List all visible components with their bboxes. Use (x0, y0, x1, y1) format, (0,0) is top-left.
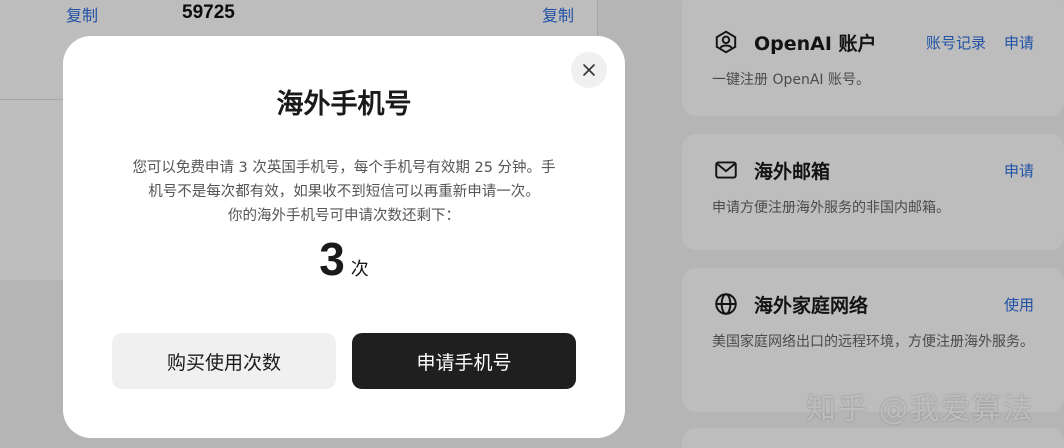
close-icon (583, 64, 595, 76)
remaining-count: 3次 (63, 232, 625, 286)
dialog-title: 海外手机号 (276, 89, 412, 120)
overseas-phone-dialog: 海外手机号 您可以免费申请 3 次英国手机号，每个手机号有效期 25 分钟。手 … (63, 36, 625, 438)
remaining-count-unit: 次 (350, 259, 369, 280)
description-line-2: 机号不是每次都有效，如果收不到短信可以再重新申请一次。 (148, 184, 540, 200)
description-line-3: 你的海外手机号可申请次数还剩下： (228, 208, 460, 224)
buy-usage-button[interactable]: 购买使用次数 (112, 333, 336, 389)
dialog-description: 您可以免费申请 3 次英国手机号，每个手机号有效期 25 分钟。手 机号不是每次… (111, 156, 577, 228)
description-line-1: 您可以免费申请 3 次英国手机号，每个手机号有效期 25 分钟。手 (132, 160, 556, 176)
apply-phone-button[interactable]: 申请手机号 (352, 333, 576, 389)
remaining-count-number: 3 (319, 233, 345, 285)
